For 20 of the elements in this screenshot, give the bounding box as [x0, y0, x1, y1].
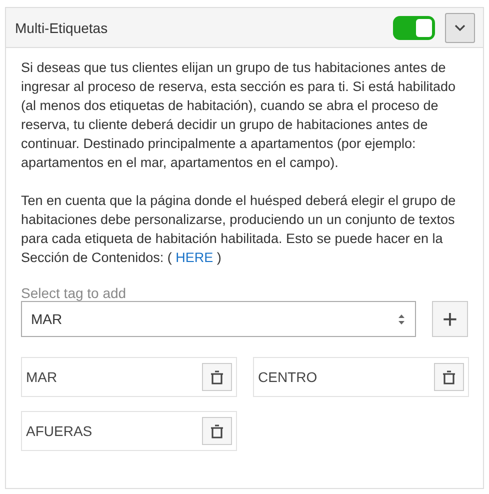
chevron-icon — [454, 24, 466, 32]
tag-label: MAR — [26, 369, 58, 385]
select-label: Select tag to add — [21, 285, 128, 301]
tag-select[interactable]: MAR — [21, 301, 416, 337]
delete-button[interactable] — [202, 363, 232, 391]
here-link[interactable]: HERE — [176, 250, 214, 265]
panel-title: Multi-Etiquetas — [15, 20, 109, 36]
sort-arrows-icon — [398, 314, 405, 324]
tag-label: AFUERAS — [26, 423, 92, 439]
trash-icon — [442, 370, 456, 384]
trash-icon — [210, 370, 224, 384]
description-text: Ten en cuenta que la página donde el huésped deberá elegir el grupo de habitaciones debe personalizarse, produciendo un un conjunto de textos para cada etiqueta de habitación habilitada. Esto se puede hacer en la Sección de Contenidos: ( HERE ) — [21, 192, 457, 267]
toggle-switch[interactable] — [393, 16, 435, 40]
add-button[interactable]: + — [432, 301, 468, 337]
description-text: Si deseas que tus clientes elijan un grupo de tus habitaciones antes de ingresar al proceso de reserva, esta sección es para ti. Si está habilitado (al menos dos etiquetas de habitación), cuando se abra el proceso de reserva, tu cliente deberá decidir un grupo de habitaciones antes de continuar. Destinado principalmente a apartamentos (por ejemplo: apartamentos en el mar, apartamentos en el campo). — [21, 59, 456, 172]
trash-icon — [210, 424, 224, 438]
delete-button[interactable] — [202, 417, 232, 445]
collapse-button[interactable] — [445, 12, 475, 42]
tag-label: CENTRO — [258, 369, 318, 385]
delete-button[interactable] — [434, 363, 464, 391]
